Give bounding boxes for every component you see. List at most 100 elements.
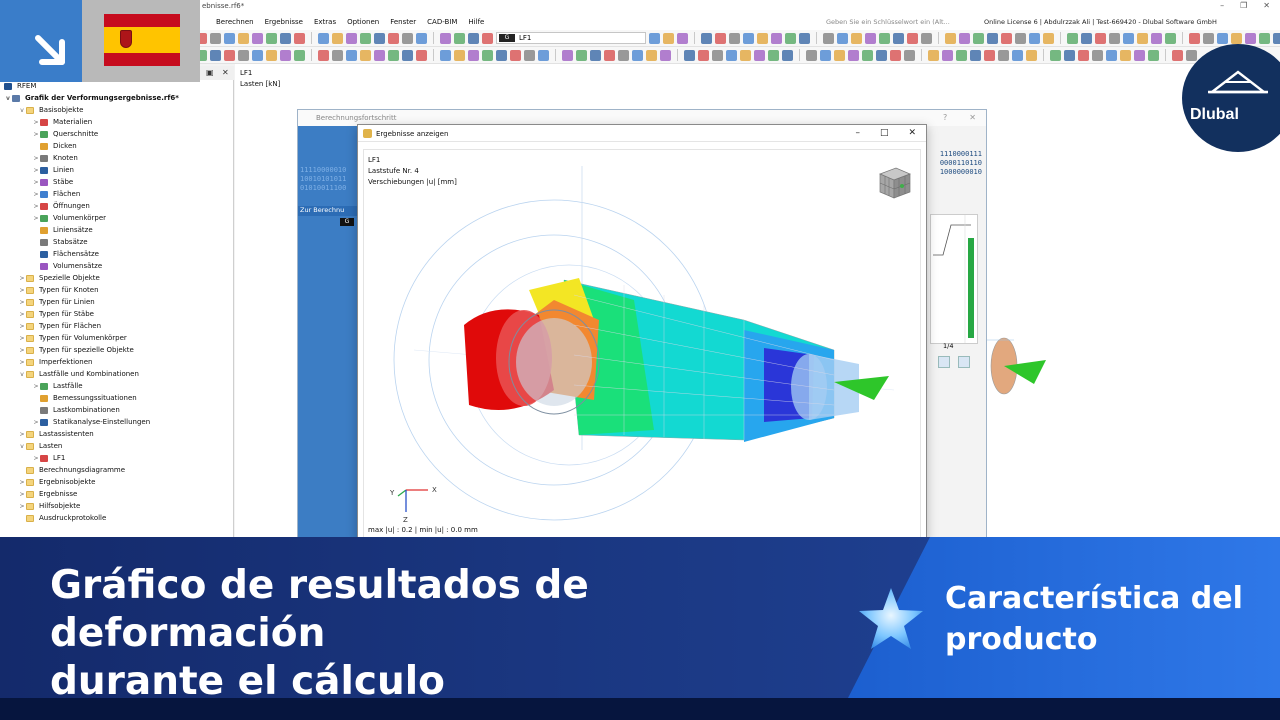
keyword-search-input[interactable]: Geben Sie ein Schlüsselwort ein (Alt... <box>820 16 970 28</box>
toolbar-tool-icon[interactable] <box>865 32 876 44</box>
toolbar-tool-icon[interactable] <box>1050 49 1061 61</box>
toolbar-tool-icon[interactable] <box>510 49 521 61</box>
expand-toggle-icon[interactable]: > <box>18 287 26 294</box>
toolbar-tool-icon[interactable] <box>252 49 263 61</box>
toolbar-tool-icon[interactable] <box>210 32 221 44</box>
toolbar-tool-icon[interactable] <box>360 49 371 61</box>
toolbar-tool-icon[interactable] <box>1165 32 1176 44</box>
maximize-icon[interactable]: □ <box>880 128 889 138</box>
navigator-item-imperfektionen[interactable]: > Imperfektionen <box>18 356 92 368</box>
menu-item-fenster[interactable]: Fenster <box>390 18 416 26</box>
toolbar-tool-icon[interactable] <box>1106 49 1117 61</box>
navigator-item-typen-f-r-volumenk-rper[interactable]: > Typen für Volumenkörper <box>18 332 126 344</box>
toolbar-tool-icon[interactable] <box>454 32 465 44</box>
navigator-item-ausdruckprotokolle[interactable]: Ausdruckprotokolle <box>18 512 106 524</box>
toolbar-tool-icon[interactable] <box>956 49 967 61</box>
toolbar-tool-icon[interactable] <box>660 49 671 61</box>
toolbar-tool-icon[interactable] <box>890 49 901 61</box>
toolbar-tool-icon[interactable] <box>649 32 660 44</box>
menu-item-ergebnisse[interactable]: Ergebnisse <box>265 18 303 26</box>
deformation-graphic-view[interactable]: LF1 Laststufe Nr. 4 Verschiebungen |u| [… <box>363 149 921 541</box>
navigator-item-typen-f-r-spezielle-objekte[interactable]: > Typen für spezielle Objekte <box>18 344 133 356</box>
toolbar-tool-icon[interactable] <box>1231 32 1242 44</box>
minimize-icon[interactable]: – <box>855 128 860 138</box>
toolbar-tool-icon[interactable] <box>876 49 887 61</box>
toolbar-tool-icon[interactable] <box>757 32 768 44</box>
toolbar-tool-icon[interactable] <box>252 32 263 44</box>
expand-toggle-icon[interactable]: > <box>18 359 26 366</box>
navigator-item-hilfsobjekte[interactable]: > Hilfsobjekte <box>18 500 80 512</box>
toolbar-tool-icon[interactable] <box>879 32 890 44</box>
expand-toggle-icon[interactable]: > <box>32 455 40 462</box>
navigator-item-dicken[interactable]: Dicken <box>32 140 77 152</box>
toolbar-tool-icon[interactable] <box>712 49 723 61</box>
toolbar-tool-icon[interactable] <box>440 32 451 44</box>
toolbar-tool-icon[interactable] <box>726 49 737 61</box>
navigator-item-lastassistenten[interactable]: > Lastassistenten <box>18 428 93 440</box>
toolbar-tool-icon[interactable] <box>604 49 615 61</box>
toolbar-tool-icon[interactable] <box>266 32 277 44</box>
toolbar-tool-icon[interactable] <box>1012 49 1023 61</box>
navigator-item-lf1[interactable]: > LF1 <box>32 452 65 464</box>
toolbar-tool-icon[interactable] <box>482 32 493 44</box>
expand-toggle-icon[interactable]: > <box>18 299 26 306</box>
toolbar-tool-icon[interactable] <box>1095 32 1106 44</box>
navigator-item-knoten[interactable]: > Knoten <box>32 152 77 164</box>
toolbar-tool-icon[interactable] <box>590 49 601 61</box>
toolbar-tool-icon[interactable] <box>799 32 810 44</box>
toolbar-tool-icon[interactable] <box>768 49 779 61</box>
toolbar-tool-icon[interactable] <box>1001 32 1012 44</box>
expand-toggle-icon[interactable]: > <box>32 203 40 210</box>
expand-toggle-icon[interactable]: > <box>18 335 26 342</box>
toolbar-tool-icon[interactable] <box>210 49 221 61</box>
navigator-item-fl-chens-tze[interactable]: Flächensätze <box>32 248 99 260</box>
toolbar-tool-icon[interactable] <box>238 49 249 61</box>
close-icon[interactable]: ✕ <box>1263 1 1270 10</box>
expand-toggle-icon[interactable]: > <box>32 179 40 186</box>
toolbar-tool-icon[interactable] <box>280 49 291 61</box>
toolbar-tool-icon[interactable] <box>1067 32 1078 44</box>
navigator-item-lastkombinationen[interactable]: Lastkombinationen <box>32 404 120 416</box>
toolbar-tool-icon[interactable] <box>346 32 357 44</box>
toolbar-tool-icon[interactable] <box>632 49 643 61</box>
navigator-item-ergebnisobjekte[interactable]: > Ergebnisobjekte <box>18 476 95 488</box>
toolbar-tool-icon[interactable] <box>238 32 249 44</box>
navigator-item-querschnitte[interactable]: > Querschnitte <box>32 128 98 140</box>
toolbar-tool-icon[interactable] <box>1081 32 1092 44</box>
navigator-item-statikanalyse-einstellungen[interactable]: > Statikanalyse-Einstellungen <box>32 416 150 428</box>
toolbar-tool-icon[interactable] <box>374 49 385 61</box>
toolbar-tool-icon[interactable] <box>482 49 493 61</box>
toolbar-tool-icon[interactable] <box>224 32 235 44</box>
toolbar-tool-icon[interactable] <box>715 32 726 44</box>
toolbar-tool-icon[interactable] <box>440 49 451 61</box>
toolbar-tool-icon[interactable] <box>820 49 831 61</box>
toolbar-tool-icon[interactable] <box>907 32 918 44</box>
toolbar-tool-icon[interactable] <box>1109 32 1120 44</box>
toolbar-tool-icon[interactable] <box>416 49 427 61</box>
toolbar-tool-icon[interactable] <box>416 32 427 44</box>
expand-toggle-icon[interactable]: v <box>18 107 26 114</box>
menu-item-optionen[interactable]: Optionen <box>347 18 379 26</box>
toolbar-tool-icon[interactable] <box>834 49 845 61</box>
navigator-model[interactable]: v Grafik der Verformungsergebnisse.rf6* <box>4 92 179 104</box>
toolbar-tool-icon[interactable] <box>945 32 956 44</box>
navigator-item-linien[interactable]: > Linien <box>32 164 74 176</box>
navigator-item-spezielle-objekte[interactable]: > Spezielle Objekte <box>18 272 99 284</box>
toolbar-tool-icon[interactable] <box>1189 32 1200 44</box>
toolbar-tool-icon[interactable] <box>1015 32 1026 44</box>
toolbar-tool-icon[interactable] <box>1137 32 1148 44</box>
menu-item-hilfe[interactable]: Hilfe <box>468 18 484 26</box>
navigator-item-typen-f-r-fl-chen[interactable]: > Typen für Flächen <box>18 320 101 332</box>
toolbar-tool-icon[interactable] <box>224 49 235 61</box>
toolbar-tool-icon[interactable] <box>402 49 413 61</box>
navigator-item-volumenk-rper[interactable]: > Volumenkörper <box>32 212 106 224</box>
toolbar-tool-icon[interactable] <box>318 49 329 61</box>
navigator-item-volumens-tze[interactable]: Volumensätze <box>32 260 102 272</box>
toolbar-tool-icon[interactable] <box>360 32 371 44</box>
toolbar-tool-icon[interactable] <box>928 49 939 61</box>
toolbar-tool-icon[interactable] <box>388 49 399 61</box>
navigator-item-lastf-lle-und-kombinationen[interactable]: v Lastfälle und Kombinationen <box>18 368 139 380</box>
toolbar-tool-icon[interactable] <box>1029 32 1040 44</box>
expand-toggle-icon[interactable]: > <box>32 191 40 198</box>
toolbar-tool-icon[interactable] <box>280 32 291 44</box>
